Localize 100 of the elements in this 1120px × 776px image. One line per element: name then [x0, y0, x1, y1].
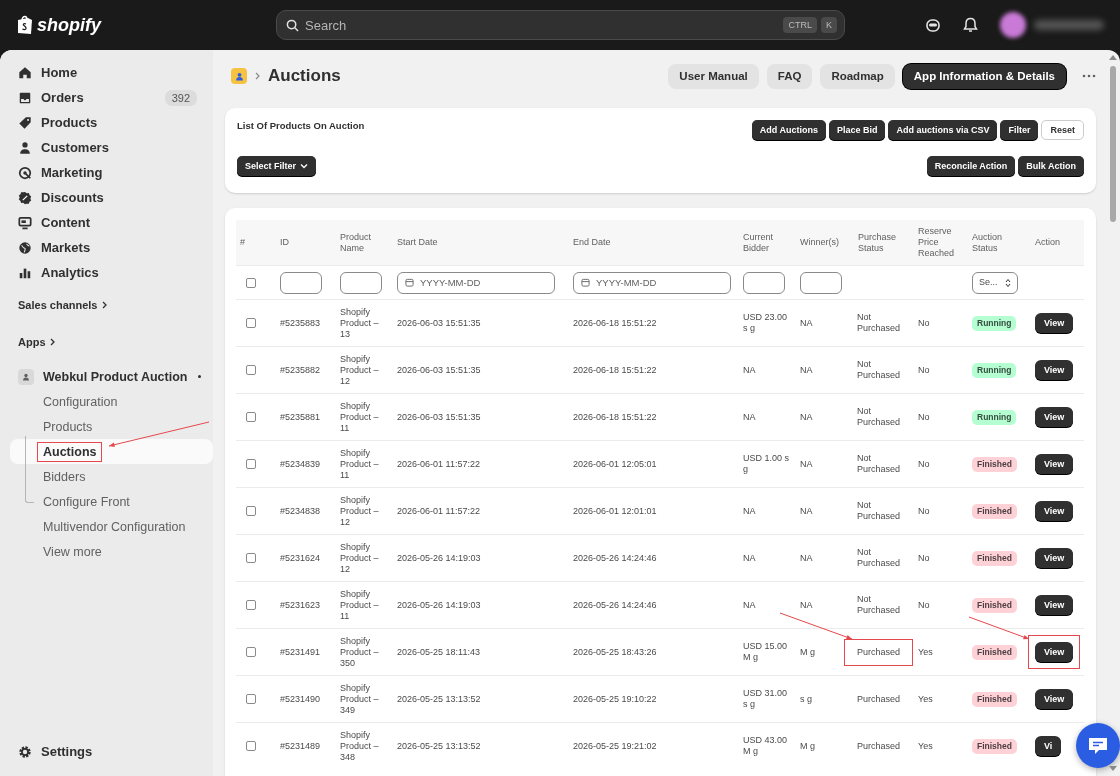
tag-icon	[18, 115, 32, 130]
column-header: End Date	[573, 237, 611, 247]
table-cell: No	[918, 458, 930, 469]
table-cell: USD 1.00 s g	[743, 453, 790, 474]
status-badge: Running	[972, 315, 1017, 331]
nav-item[interactable]: Settings	[10, 739, 205, 764]
view-button[interactable]: View	[1035, 548, 1074, 568]
table-cell: #5231624	[280, 552, 321, 563]
row-checkbox[interactable]	[246, 506, 256, 516]
toolbar-button[interactable]: Add auctions via CSV	[888, 120, 998, 140]
table-cell: 2026-05-25 13:13:52	[397, 693, 481, 704]
row-checkbox[interactable]	[246, 694, 256, 704]
sort-arrows-icon	[1005, 277, 1011, 288]
subnav-item[interactable]: Configuration	[10, 389, 213, 414]
header-button[interactable]: User Manual	[668, 63, 759, 89]
select-filter-dropdown[interactable]: Select Filter	[237, 155, 317, 176]
view-button[interactable]: Vi	[1035, 736, 1062, 756]
table-cell: Yes	[918, 693, 933, 704]
header-button[interactable]: Roadmap	[820, 63, 895, 89]
row-checkbox[interactable]	[246, 412, 256, 422]
table-cell: NA	[743, 364, 756, 375]
row-checkbox[interactable]	[246, 741, 256, 751]
avatar-icon[interactable]	[1000, 12, 1026, 38]
status-select[interactable]: Se...	[972, 271, 1018, 294]
subnav-item[interactable]: View more	[10, 539, 213, 564]
table-cell: 2026-06-01 11:57:22	[397, 458, 480, 469]
table-cell: 2026-06-01 12:01:01	[573, 505, 657, 516]
subnav-item[interactable]: Auctions	[10, 439, 213, 464]
view-button[interactable]: View	[1035, 595, 1074, 615]
date-field[interactable]: YYYY-MM-DD	[397, 271, 555, 294]
more-icon[interactable]	[1082, 74, 1096, 78]
table-cell: No	[918, 599, 930, 610]
nav-item[interactable]: Orders 392	[10, 85, 205, 110]
view-button[interactable]: View	[1035, 501, 1074, 521]
toolbar-button[interactable]: Place Bid	[828, 120, 886, 140]
subnav-item[interactable]: Configure Front	[10, 489, 213, 514]
subnav-item[interactable]: Bidders	[10, 464, 213, 489]
status-badge: Finished	[972, 738, 1017, 754]
section-link[interactable]: Apps	[10, 332, 213, 352]
nav-item[interactable]: Marketing	[10, 160, 205, 185]
header-button[interactable]: App Information & Details	[902, 63, 1066, 89]
view-button[interactable]: View	[1035, 313, 1074, 333]
nav-item[interactable]: Customers	[10, 135, 205, 160]
date-field[interactable]: YYYY-MM-DD	[573, 271, 731, 294]
app-icon	[231, 68, 247, 84]
blurred-name	[1034, 20, 1104, 30]
action-button[interactable]: Reconcile Action	[926, 155, 1016, 176]
table-cell: NA	[800, 411, 813, 422]
scroll-down-icon[interactable]	[1109, 766, 1117, 772]
view-button[interactable]: View	[1035, 360, 1074, 380]
table-cell: Shopify Product – 348	[340, 729, 379, 762]
row-checkbox[interactable]	[246, 318, 256, 328]
brand-logo[interactable]: shopify	[37, 14, 101, 36]
table-cell: No	[918, 505, 930, 516]
app-nav-item[interactable]: Webkul Product Auction	[10, 364, 213, 389]
nav-item[interactable]: Home	[10, 60, 205, 85]
filter-field[interactable]	[280, 271, 322, 294]
table-cell-text: Not Purchased	[856, 452, 902, 476]
table-cell: 2026-05-26 14:24:46	[573, 552, 657, 563]
settings-icon	[18, 744, 32, 759]
table-cell: 2026-06-18 15:51:22	[573, 317, 657, 328]
nav-item[interactable]: Products	[10, 110, 205, 135]
filter-field[interactable]	[743, 271, 785, 294]
toolbar-button[interactable]: Reset	[1041, 120, 1084, 140]
app-icon	[18, 368, 34, 385]
view-button[interactable]: View	[1035, 454, 1074, 474]
view-button[interactable]: View	[1035, 642, 1074, 662]
row-checkbox[interactable]	[246, 553, 256, 563]
table-cell: 2026-06-03 15:51:35	[397, 411, 481, 422]
nav-item[interactable]: Analytics	[10, 260, 205, 285]
filter-field[interactable]	[800, 271, 842, 294]
nav-item[interactable]: Discounts	[10, 185, 205, 210]
table-cell: USD 23.00 s g	[743, 312, 788, 333]
table-cell: Shopify Product – 11	[340, 400, 379, 433]
view-button[interactable]: View	[1035, 689, 1074, 709]
subnav-item[interactable]: Products	[10, 414, 213, 439]
view-button[interactable]: View	[1035, 407, 1074, 427]
action-button[interactable]: Bulk Action	[1018, 155, 1084, 176]
filter-field[interactable]	[340, 271, 382, 294]
select-all-checkbox[interactable]	[246, 277, 256, 288]
toolbar-button[interactable]: Filter	[1000, 120, 1039, 140]
column-header: #	[240, 237, 245, 247]
row-checkbox[interactable]	[246, 459, 256, 469]
notification-bell-icon[interactable]	[963, 17, 978, 33]
section-link[interactable]: Sales channels	[10, 295, 213, 315]
nav-item[interactable]: Content	[10, 210, 205, 235]
count-badge: 392	[164, 89, 197, 106]
subnav-item[interactable]: Multivendor Configuration	[10, 514, 213, 539]
table-cell: Shopify Product – 11	[340, 447, 379, 480]
header-button[interactable]: FAQ	[766, 63, 813, 89]
nav-item[interactable]: Markets	[10, 235, 205, 260]
row-checkbox[interactable]	[246, 647, 256, 657]
toolbar-button[interactable]: Add Auctions	[751, 120, 826, 140]
column-header: Action	[1035, 237, 1060, 247]
row-checkbox[interactable]	[246, 365, 256, 375]
row-checkbox[interactable]	[246, 600, 256, 610]
table-cell: 2026-05-26 14:19:03	[397, 552, 481, 563]
table-cell-text: Not Purchased	[856, 593, 902, 617]
table-cell: 2026-06-01 11:57:22	[397, 505, 480, 516]
scroll-up-icon[interactable]	[1109, 54, 1117, 60]
